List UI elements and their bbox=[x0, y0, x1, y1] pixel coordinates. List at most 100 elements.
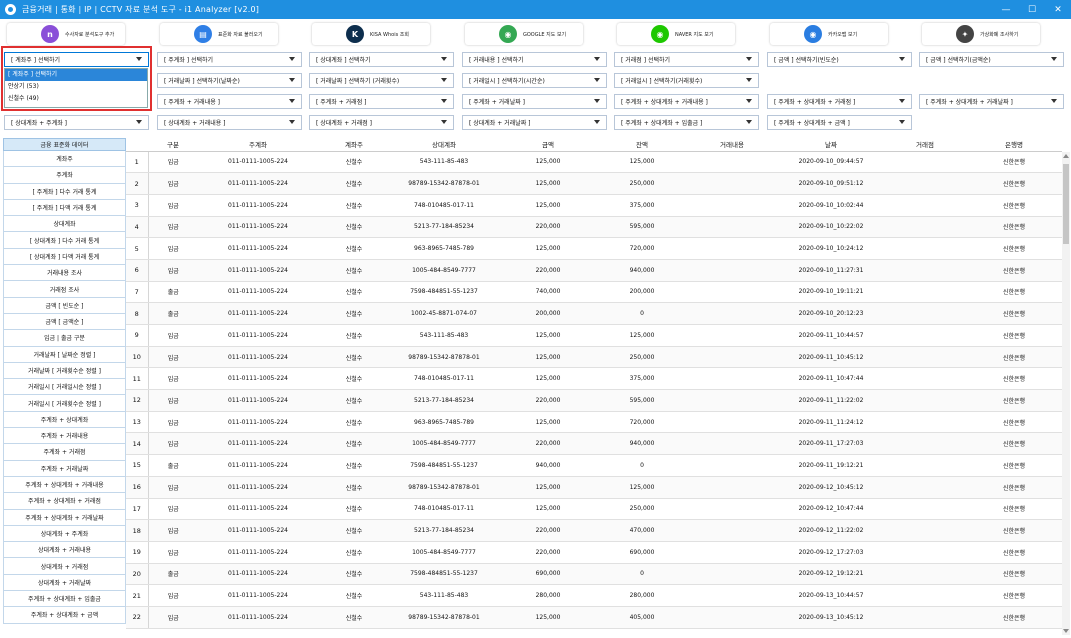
column-header[interactable]: 금액 bbox=[498, 138, 598, 152]
sidebar-item[interactable]: 계좌주 bbox=[3, 151, 126, 168]
scroll-up-icon[interactable] bbox=[1063, 154, 1069, 158]
sidebar-item[interactable]: 주계좌 + 상대계좌 + 입출금 bbox=[3, 591, 126, 608]
table-row[interactable]: 1 입금 011-0111-1005-224 신철수 543-111-85-483 125… bbox=[126, 151, 1062, 174]
column-header[interactable]: 상대계좌 bbox=[390, 138, 498, 152]
filter-combo[interactable]: [ 주계좌 + 거래날짜 ] bbox=[462, 94, 607, 109]
scroll-thumb[interactable] bbox=[1063, 164, 1069, 244]
filter-combo[interactable]: [ 상대계좌 + 거래점 ] bbox=[309, 115, 454, 130]
sidebar-item[interactable]: 거래내용 조사 bbox=[3, 265, 126, 282]
sidebar-item[interactable]: 거래일시 [ 거래횟수순 정렬 ] bbox=[3, 395, 126, 412]
sidebar-item[interactable]: 상대계좌 + 주계좌 bbox=[3, 525, 126, 543]
sidebar-item[interactable]: 주계좌 + 상대계좌 bbox=[3, 411, 126, 429]
filter-combo[interactable]: [ 거래일시 ] 선택하기(시간순) bbox=[462, 73, 607, 88]
column-header[interactable]: 주계좌 bbox=[198, 138, 318, 152]
minimize-button[interactable]: — bbox=[993, 0, 1019, 19]
toolbar-button[interactable]: ◉ NAVER 지도 보기 bbox=[617, 23, 735, 45]
filter-combo[interactable]: [ 거래일시 ] 선택하기(거래횟수) bbox=[614, 73, 759, 88]
table-row[interactable]: 17 입금 011-0111-1005-224 신철수 748-010485-017-1… bbox=[126, 498, 1062, 521]
table-row[interactable]: 16 입금 011-0111-1005-224 신철수 98789-15342-8787… bbox=[126, 476, 1062, 499]
filter-combo[interactable]: [ 거래내용 ] 선택하기 bbox=[462, 52, 607, 67]
sidebar-item[interactable]: 주계좌 + 상대계좌 + 거래점 bbox=[3, 493, 126, 510]
vertical-scrollbar[interactable] bbox=[1062, 152, 1070, 635]
table-row[interactable]: 9 입금 011-0111-1005-224 신철수 543-111-85-483 125… bbox=[126, 324, 1062, 347]
toolbar-button[interactable]: ◉ GOOGLE 지도 보기 bbox=[465, 23, 583, 45]
filter-combo[interactable]: [ 주계좌 + 상대계좌 + 거래내용 ] bbox=[614, 94, 759, 109]
filter-combo[interactable]: [ 주계좌 + 거래점 ] bbox=[309, 94, 454, 109]
filter-combo[interactable]: [ 상대계좌 + 거래내용 ] bbox=[157, 115, 302, 130]
maximize-button[interactable]: ☐ bbox=[1019, 0, 1045, 19]
table-row[interactable]: 8 출금 011-0111-1005-224 신철수 1002-45-8871-074-… bbox=[126, 302, 1062, 325]
sidebar-item[interactable]: 주계좌 + 거래날짜 bbox=[3, 460, 126, 477]
table-row[interactable]: 22 입금 011-0111-1005-224 신철수 98789-15342-8787… bbox=[126, 606, 1062, 629]
table-row[interactable]: 2 입금 011-0111-1005-224 신철수 98789-15342-87878… bbox=[126, 172, 1062, 195]
sidebar-item[interactable]: 입금 | 출금 구분 bbox=[3, 330, 126, 347]
filter-combo[interactable]: [ 주계좌 + 상대계좌 + 거래점 ] bbox=[767, 94, 912, 109]
data-grid[interactable]: 구분 주계좌 계좌주 상대계좌 금액 잔액 거래내용 날짜 거래점 은행명 1 입금 011-0111… bbox=[126, 138, 1062, 635]
table-row[interactable]: 10 입금 011-0111-1005-224 신철수 98789-15342-8787… bbox=[126, 346, 1062, 369]
account-holder-dropdown-list[interactable]: [ 계좌주 ] 선택하기 안상기 (53) 신철수 (49) bbox=[4, 68, 148, 108]
sidebar-item[interactable]: 거래점 조사 bbox=[3, 281, 126, 298]
sidebar-item[interactable]: 거래날짜 [ 거래횟수순 정렬 ] bbox=[3, 362, 126, 380]
sidebar-item[interactable]: 거래일시 [ 거래일시순 정렬 ] bbox=[3, 379, 126, 396]
sidebar-item[interactable]: 주계좌 + 상대계좌 + 거래날짜 bbox=[3, 509, 126, 526]
column-header[interactable]: 거래점 bbox=[884, 138, 966, 152]
table-row[interactable]: 4 입금 011-0111-1005-224 신철수 5213-77-184-85234… bbox=[126, 216, 1062, 239]
filter-combo[interactable]: [ 주계좌 ] 선택하기 bbox=[157, 52, 302, 67]
column-header[interactable]: 잔액 bbox=[598, 138, 686, 152]
filter-combo[interactable]: [ 거래날짜 ] 선택하기(날짜순) bbox=[157, 73, 302, 88]
column-header[interactable]: 은행명 bbox=[966, 138, 1062, 152]
dropdown-option[interactable]: 안상기 (53) bbox=[5, 81, 147, 93]
table-row[interactable]: 19 입금 011-0111-1005-224 신철수 1005-484-8549-77… bbox=[126, 541, 1062, 564]
table-row[interactable]: 20 출금 011-0111-1005-224 신철수 7598-484851-55-1… bbox=[126, 563, 1062, 586]
close-button[interactable]: ✕ bbox=[1045, 0, 1071, 19]
sidebar-item[interactable]: 상대계좌 + 거래내용 bbox=[3, 542, 126, 559]
sidebar-item[interactable]: 주계좌 bbox=[3, 167, 126, 184]
dropdown-option[interactable]: 신철수 (49) bbox=[5, 93, 147, 105]
sidebar-item[interactable]: 주계좌 + 거래점 bbox=[3, 444, 126, 461]
sidebar-item[interactable]: [ 상대계좌 ] 다액 거래 통계 bbox=[3, 248, 126, 266]
table-row[interactable]: 5 입금 011-0111-1005-224 신철수 963-8965-7485-789… bbox=[126, 237, 1062, 260]
column-header[interactable]: 거래내용 bbox=[686, 138, 778, 152]
filter-combo[interactable]: [ 금액 ] 선택하기(빈도순) bbox=[767, 52, 912, 67]
table-row[interactable]: 13 입금 011-0111-1005-224 신철수 963-8965-7485-78… bbox=[126, 411, 1062, 434]
table-row[interactable]: 14 입금 011-0111-1005-224 신철수 1005-484-8549-77… bbox=[126, 432, 1062, 456]
table-row[interactable]: 21 입금 011-0111-1005-224 신철수 543-111-85-483 28… bbox=[126, 584, 1062, 607]
table-row[interactable]: 6 입금 011-0111-1005-224 신철수 1005-484-8549-777… bbox=[126, 259, 1062, 282]
table-row[interactable]: 15 출금 011-0111-1005-224 신철수 7598-484851-55-1… bbox=[126, 454, 1062, 477]
scroll-down-icon[interactable] bbox=[1063, 629, 1069, 633]
toolbar-button[interactable]: ◉ 카카오맵 보기 bbox=[770, 23, 888, 45]
table-row[interactable]: 11 입금 011-0111-1005-224 신철수 748-010485-017-1… bbox=[126, 367, 1062, 391]
filter-combo[interactable]: [ 주계좌 + 상대계좌 + 금액 ] bbox=[767, 115, 912, 130]
table-row[interactable]: 3 입금 011-0111-1005-224 신철수 748-010485-017-11… bbox=[126, 194, 1062, 217]
sidebar-item[interactable]: 금액 [ 빈도순 ] bbox=[3, 297, 126, 314]
filter-combo[interactable]: [ 금액 ] 선택하기(금액순) bbox=[919, 52, 1064, 67]
filter-combo[interactable]: [ 주계좌 + 거래내용 ] bbox=[157, 94, 302, 109]
sidebar-item[interactable]: 거래날짜 [ 날짜순 정렬 ] bbox=[3, 346, 126, 363]
filter-combo[interactable]: [ 상대계좌 ] 선택하기 bbox=[309, 52, 454, 67]
table-row[interactable]: 18 입금 011-0111-1005-224 신철수 5213-77-184-8523… bbox=[126, 519, 1062, 542]
sidebar-item[interactable]: 주계좌 + 상대계좌 + 거래내용 bbox=[3, 476, 126, 494]
table-row[interactable]: 12 입금 011-0111-1005-224 신철수 5213-77-184-8523… bbox=[126, 389, 1062, 412]
filter-combo[interactable]: [ 주계좌 + 상대계좌 + 거래날짜 ] bbox=[919, 94, 1064, 109]
filter-combo[interactable]: [ 상대계좌 + 주계좌 ] bbox=[4, 115, 149, 130]
sidebar-item[interactable]: 주계좌 + 거래내용 bbox=[3, 428, 126, 445]
sidebar-item[interactable]: 상대계좌 bbox=[3, 216, 126, 233]
sidebar-item[interactable]: [ 주계좌 ] 다액 거래 통계 bbox=[3, 199, 126, 217]
sidebar-item[interactable]: 상대계좌 + 거래점 bbox=[3, 558, 126, 575]
column-header[interactable]: 날짜 bbox=[778, 138, 884, 152]
toolbar-button[interactable]: ✦ 가상화폐 조사하기 bbox=[922, 23, 1040, 45]
filter-combo[interactable]: [ 거래점 ] 선택하기 bbox=[614, 52, 759, 67]
toolbar-button[interactable]: K KISA Whois 조회 bbox=[312, 23, 430, 45]
column-header[interactable]: 구분 bbox=[148, 138, 198, 152]
dropdown-option[interactable]: [ 계좌주 ] 선택하기 bbox=[5, 69, 147, 81]
sidebar-item[interactable]: 상대계좌 + 거래날짜 bbox=[3, 574, 126, 592]
column-header[interactable] bbox=[126, 138, 148, 152]
filter-combo[interactable]: [ 주계좌 + 상대계좌 + 입출금 ] bbox=[614, 115, 759, 130]
toolbar-button[interactable]: n 수사자료 분석도구 추가 bbox=[7, 23, 125, 45]
filter-combo[interactable]: [ 거래날짜 ] 선택하기 (거래횟수) bbox=[309, 73, 454, 88]
sidebar-item[interactable]: [ 상대계좌 ] 다수 거래 통계 bbox=[3, 232, 126, 249]
toolbar-button[interactable]: ▤ 표준화 자료 불러오기 bbox=[160, 23, 278, 45]
filter-combo[interactable]: [ 상대계좌 + 거래날짜 ] bbox=[462, 115, 607, 130]
sidebar-item[interactable]: 주계좌 + 상대계좌 + 금액 bbox=[3, 607, 126, 624]
sidebar-item[interactable]: 금액 [ 금액순 ] bbox=[3, 313, 126, 331]
